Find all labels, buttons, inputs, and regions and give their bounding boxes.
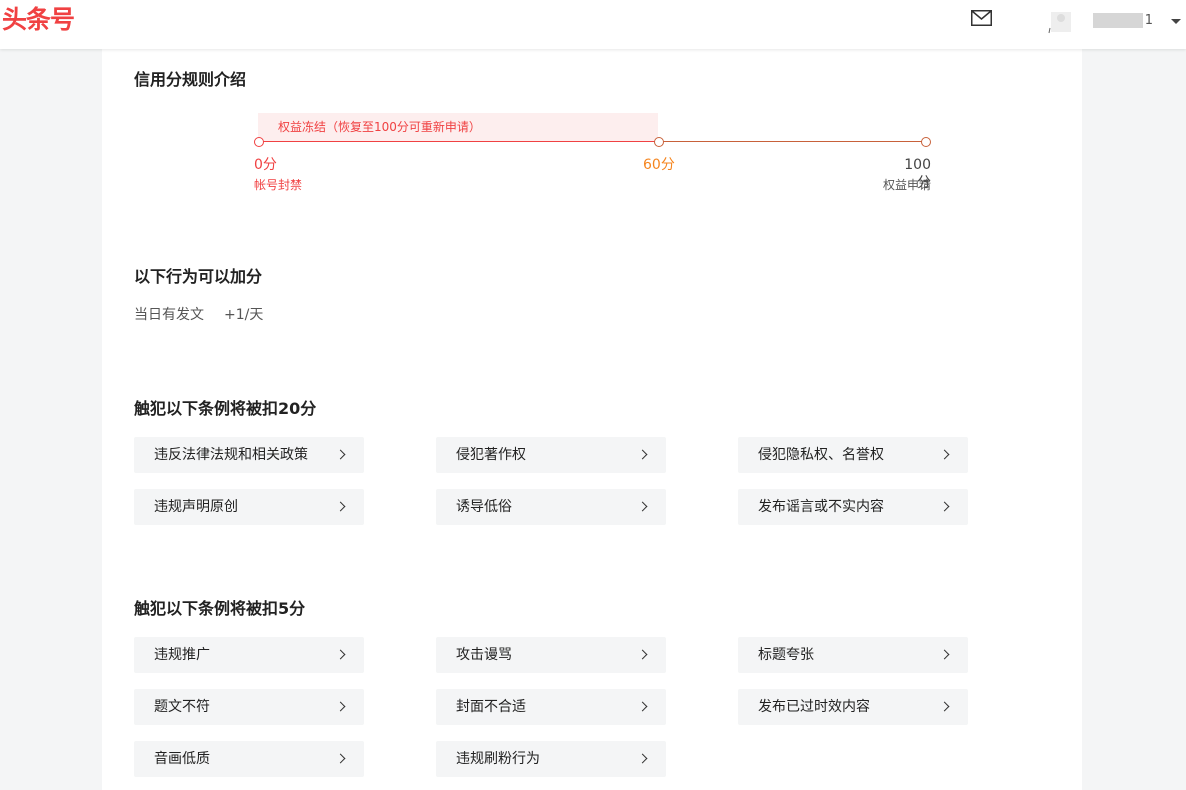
chevron-right-icon [335,501,346,512]
chevron-right-icon [335,753,346,764]
score-0-note: 帐号封禁 [254,178,303,192]
rule-item[interactable]: 违规刷粉行为 [436,741,666,777]
chevron-right-icon [637,753,648,764]
logo[interactable]: 头条号 [2,4,75,36]
timeline-dot-60 [654,137,664,147]
chevron-right-icon [335,449,346,460]
timeline-dot-100 [921,137,931,147]
rule-item[interactable]: 侵犯隐私权、名誉权 [738,437,968,473]
freeze-banner: 权益冻结（恢复至100分可重新申请） [258,113,658,141]
rule-item[interactable]: 侵犯著作权 [436,437,666,473]
caret-down-icon[interactable] [1171,19,1181,24]
rule-item[interactable]: 发布已过时效内容 [738,689,968,725]
score-60: 60分 [643,157,675,173]
main-panel: 信用分规则介绍 权益冻结（恢复至100分可重新申请） 0分 帐号封禁 60分 1… [102,49,1082,790]
rule-item[interactable]: 违规推广 [134,637,364,673]
score-100-note: 权益申请 [882,178,931,192]
mail-icon[interactable] [971,10,992,26]
rule-item[interactable]: 违反法律法规和相关政策 [134,437,364,473]
timeline-line-left [259,141,659,142]
chevron-right-icon [637,701,648,712]
deduct20-title: 触犯以下条例将被扣20分 [134,399,317,418]
rule-item[interactable]: 诱导低俗 [436,489,666,525]
plus-item-value: +1/天 [224,307,264,323]
timeline-dot-0 [254,137,264,147]
timeline-line-right [659,141,926,142]
username[interactable]: 1 [1093,13,1153,28]
chevron-right-icon [939,701,950,712]
avatar[interactable] [1047,6,1073,36]
plus-title: 以下行为可以加分 [134,267,263,286]
top-header: 头条号 1 [0,0,1186,49]
rule-item[interactable]: 题文不符 [134,689,364,725]
rule-item[interactable]: 违规声明原创 [134,489,364,525]
credit-rules-title: 信用分规则介绍 [134,70,247,89]
score-0: 0分 [254,157,277,173]
chevron-right-icon [939,449,950,460]
chevron-right-icon [637,449,648,460]
deduct5-title: 触犯以下条例将被扣5分 [134,599,306,618]
rule-item[interactable]: 封面不合适 [436,689,666,725]
rule-item[interactable]: 发布谣言或不实内容 [738,489,968,525]
chevron-right-icon [335,649,346,660]
chevron-right-icon [939,501,950,512]
rule-item[interactable]: 标题夸张 [738,637,968,673]
chevron-right-icon [637,501,648,512]
chevron-right-icon [939,649,950,660]
rule-item[interactable]: 音画低质 [134,741,364,777]
plus-item: 当日有发文 +1/天 [134,306,263,324]
chevron-right-icon [335,701,346,712]
plus-item-label: 当日有发文 [134,307,204,323]
chevron-right-icon [637,649,648,660]
rule-item[interactable]: 攻击谩骂 [436,637,666,673]
